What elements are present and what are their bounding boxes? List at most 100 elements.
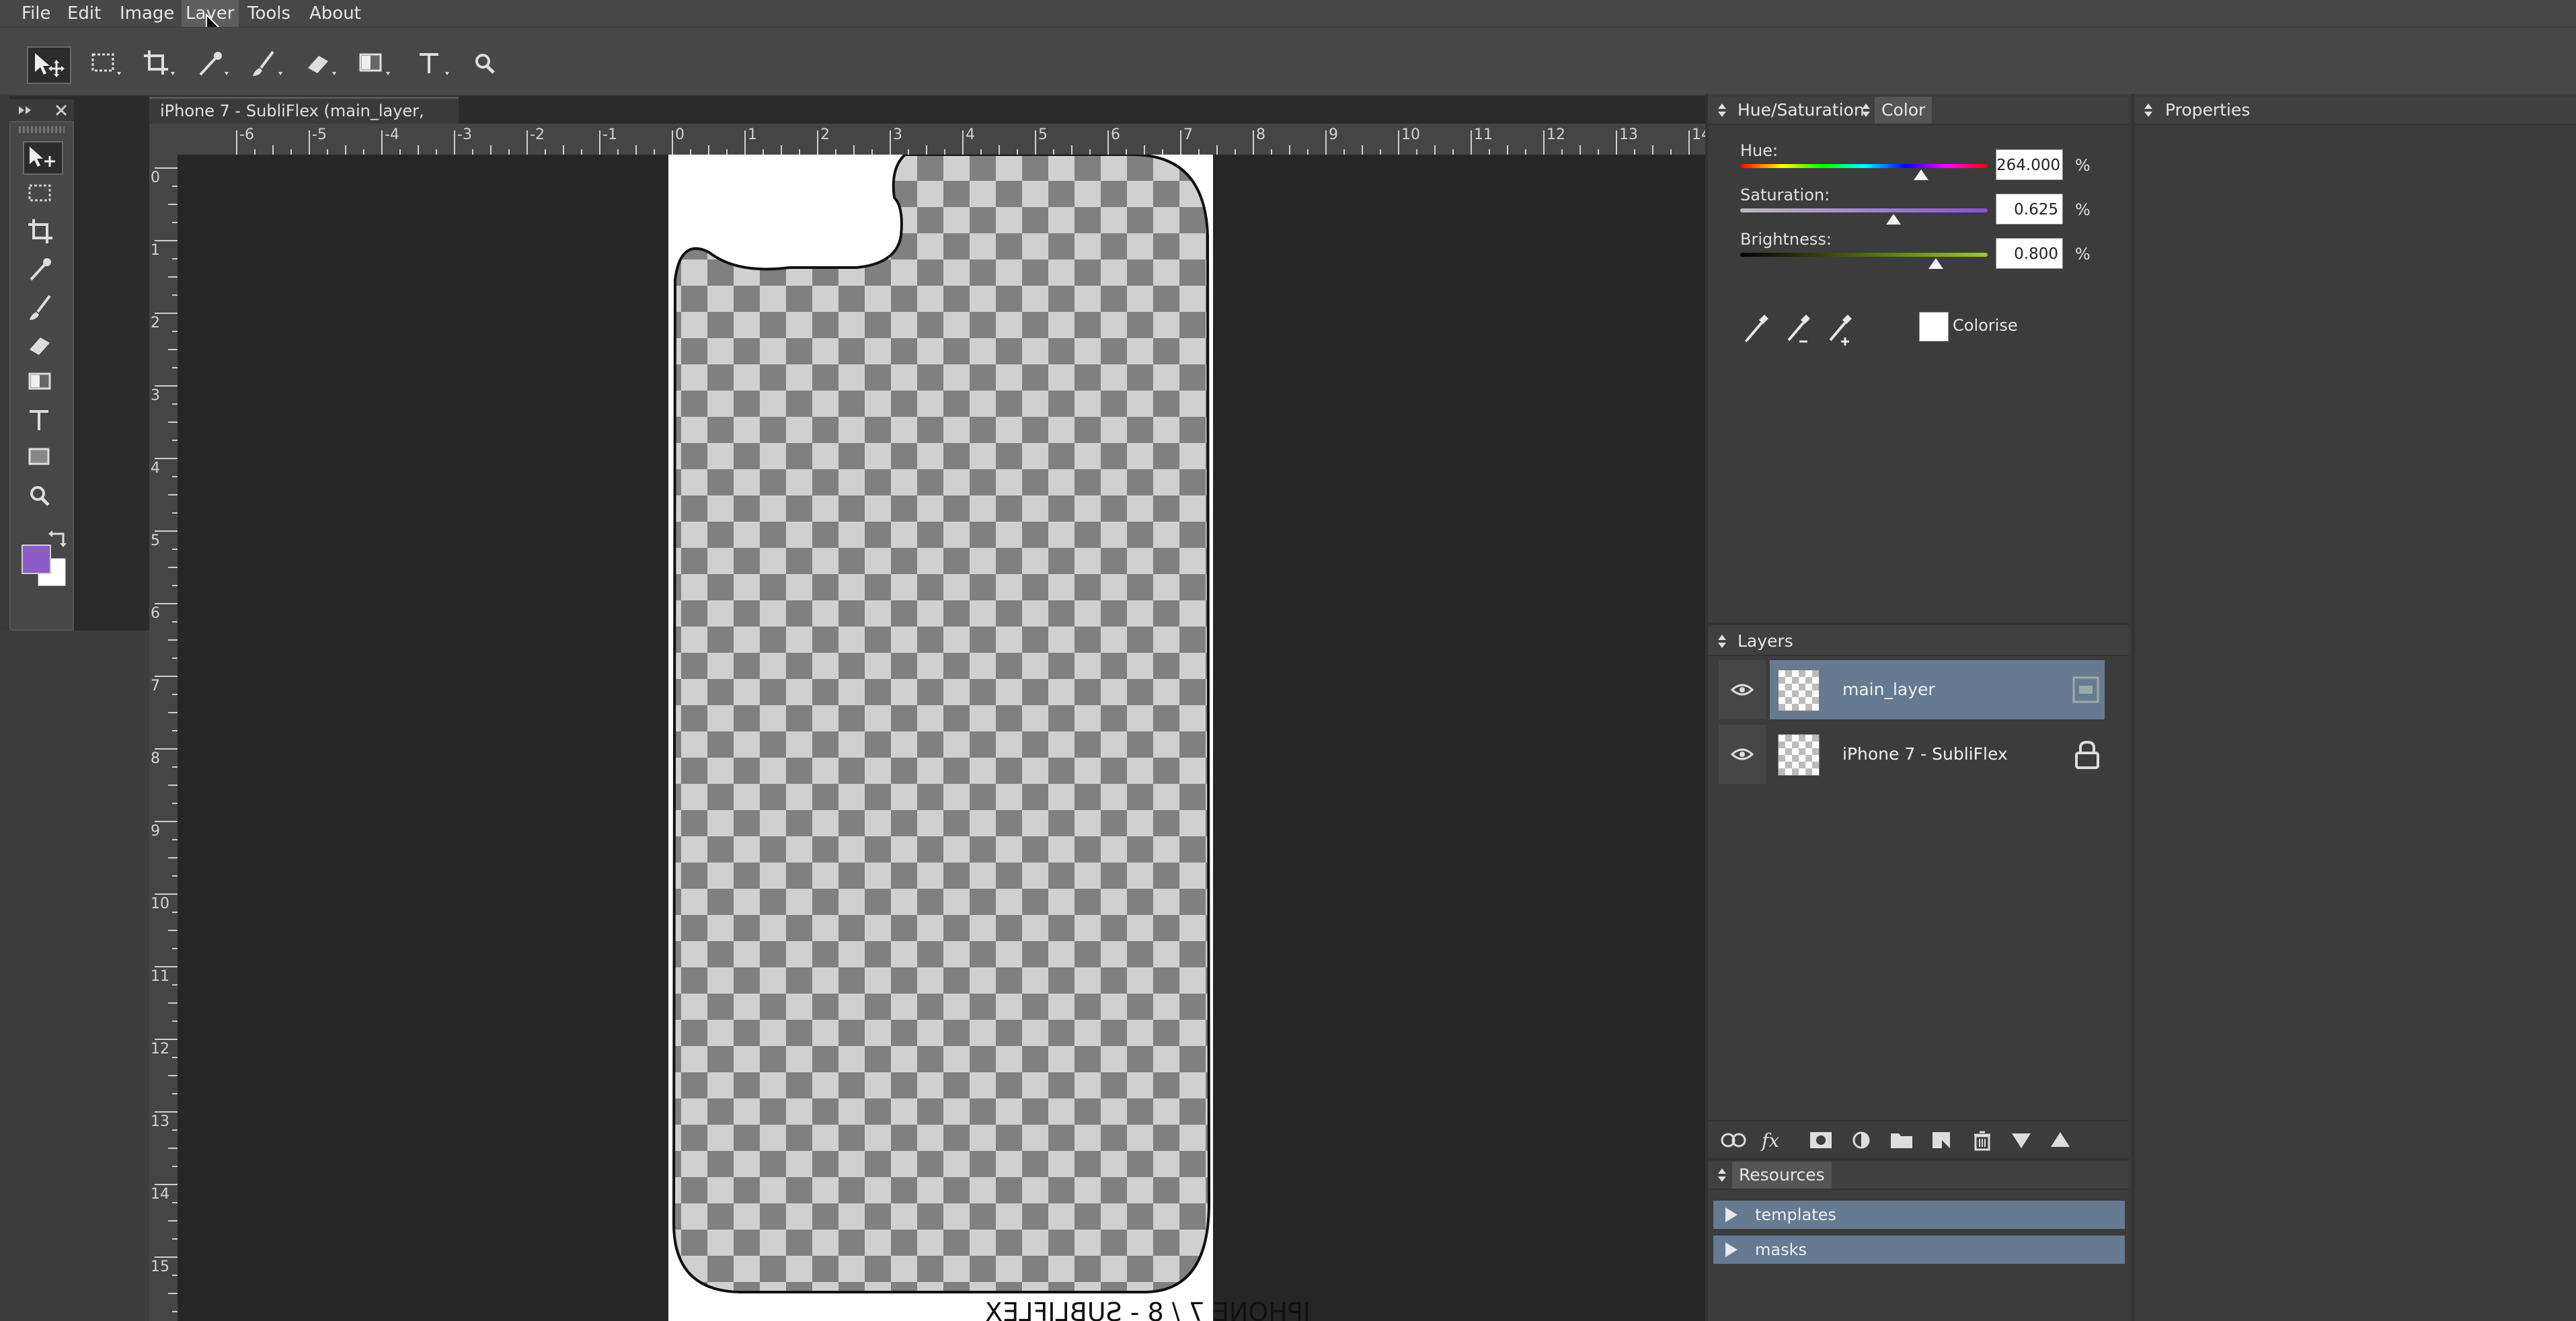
ruler-label: 5 xyxy=(1038,126,1048,143)
colorise-checkbox[interactable] xyxy=(1919,312,1949,342)
text-tool-icon xyxy=(30,410,48,430)
folder-icon[interactable] xyxy=(1887,1127,1916,1154)
dock-background xyxy=(0,631,149,1321)
panel-menu-arrows-icon[interactable] xyxy=(1717,1167,1727,1183)
ruler-label: 12 xyxy=(1547,126,1565,143)
tool-gradient[interactable] xyxy=(23,367,63,401)
move-tool-button[interactable] xyxy=(27,46,71,84)
ruler-label: 4 xyxy=(966,126,975,143)
adjustment-layer-icon[interactable] xyxy=(1846,1127,1876,1154)
layer-item[interactable]: main_layer xyxy=(1770,660,2105,719)
panel-menu-arrows-icon[interactable] xyxy=(1717,102,1727,118)
canvas-area[interactable]: IPHONE 7 / 8 - SUBLIFLEX xyxy=(178,155,1705,1321)
properties-tab[interactable]: Properties xyxy=(2165,97,2250,124)
tool-text[interactable] xyxy=(23,405,63,438)
panel-menu-arrows-icon[interactable] xyxy=(1717,633,1727,649)
saturation-slider-track[interactable] xyxy=(1740,208,1988,212)
link-layers-icon[interactable] xyxy=(1719,1127,1748,1154)
menu-about[interactable]: About xyxy=(305,0,365,27)
eraser-tool-button[interactable] xyxy=(299,46,343,84)
layer-mask-icon[interactable] xyxy=(2072,676,2099,703)
crop-tool-button[interactable] xyxy=(137,46,182,84)
tool-brush[interactable] xyxy=(23,292,63,325)
trash-icon[interactable] xyxy=(1967,1127,1997,1154)
color-tab[interactable]: Color xyxy=(1875,97,1933,124)
ruler-label: -3 xyxy=(457,126,472,143)
tool-shape[interactable] xyxy=(23,442,63,476)
brush-tool-button[interactable] xyxy=(245,46,289,84)
hue-label: Hue: xyxy=(1740,141,1779,160)
layer-visibility-toggle[interactable] xyxy=(1719,725,1766,784)
eyedropper-icon xyxy=(30,258,51,281)
hue-slider-thumb[interactable] xyxy=(1913,169,1928,180)
zoom-icon xyxy=(30,486,50,506)
tool-move[interactable] xyxy=(23,141,63,175)
layer-row-template[interactable]: iPhone 7 - SubliFlex xyxy=(1719,725,2105,784)
resources-tab[interactable]: Resources xyxy=(1732,1162,1832,1189)
ruler-label: 15 xyxy=(151,1258,169,1275)
brightness-input[interactable]: 0.800 xyxy=(1996,238,2063,269)
ruler-label: 2 xyxy=(820,126,830,143)
ruler-label: 11 xyxy=(1474,126,1493,143)
zoom-tool-button[interactable] xyxy=(465,46,510,84)
ruler-label: 4 xyxy=(151,460,160,477)
menu-tools[interactable]: Tools xyxy=(243,0,295,27)
resource-folder-templates[interactable]: templates xyxy=(1713,1201,2125,1229)
hue-slider-track[interactable] xyxy=(1740,164,1988,168)
new-layer-icon[interactable] xyxy=(1927,1127,1957,1154)
menu-image[interactable]: Image xyxy=(116,0,178,27)
marquee-icon xyxy=(91,53,121,75)
eyedropper-plus-icon[interactable] xyxy=(1825,311,1856,346)
move-layer-up-icon[interactable] xyxy=(2045,1127,2075,1154)
brightness-slider-thumb[interactable] xyxy=(1928,258,1943,269)
resource-label: templates xyxy=(1755,1205,1836,1224)
lock-icon[interactable] xyxy=(2074,739,2101,769)
tool-eyedropper[interactable] xyxy=(23,254,63,288)
close-icon[interactable] xyxy=(54,104,69,117)
text-tool-button[interactable] xyxy=(412,46,456,84)
ruler-label: 5 xyxy=(151,532,160,549)
saturation-input[interactable]: 0.625 xyxy=(1996,194,2063,225)
resource-folder-masks[interactable]: masks xyxy=(1713,1236,2125,1264)
foreground-color-swatch[interactable] xyxy=(22,545,51,574)
document-canvas[interactable]: IPHONE 7 / 8 - SUBLIFLEX xyxy=(178,155,1705,1321)
hue-saturation-tab[interactable]: Hue/Saturation xyxy=(1738,97,1865,124)
ruler-label: 9 xyxy=(1329,126,1338,143)
brightness-slider-track[interactable] xyxy=(1740,253,1988,257)
saturation-percent: % xyxy=(2075,200,2091,219)
tool-eraser[interactable] xyxy=(23,329,63,363)
panel-menu-arrows-icon[interactable] xyxy=(2144,102,2153,118)
layer-name: main_layer xyxy=(1842,680,1935,699)
eyedropper-icon[interactable] xyxy=(1742,311,1772,346)
panel-divider xyxy=(1708,623,2129,625)
move-layer-down-icon[interactable] xyxy=(2006,1127,2036,1154)
layer-name: iPhone 7 - SubliFlex xyxy=(1842,744,2008,764)
tool-zoom[interactable] xyxy=(23,480,63,514)
eyedropper-tool-button[interactable] xyxy=(191,46,235,84)
panel-grip[interactable] xyxy=(19,126,65,133)
layer-item[interactable]: iPhone 7 - SubliFlex xyxy=(1770,725,2105,784)
tool-options-bar xyxy=(0,27,2576,96)
menu-file[interactable]: File xyxy=(17,0,55,27)
ruler-label: 0 xyxy=(151,169,160,186)
gradient-tool-button[interactable] xyxy=(352,46,397,84)
add-mask-icon[interactable] xyxy=(1806,1127,1836,1154)
tool-crop[interactable] xyxy=(23,216,63,250)
hue-input[interactable]: 264.000 xyxy=(1996,149,2063,180)
menu-edit[interactable]: Edit xyxy=(63,0,105,27)
layer-visibility-toggle[interactable] xyxy=(1719,660,1766,719)
panel-menu-arrows-icon[interactable] xyxy=(1861,102,1871,118)
layer-row-main[interactable]: main_layer xyxy=(1719,660,2105,719)
tool-marquee[interactable] xyxy=(23,179,63,212)
brightness-label: Brightness: xyxy=(1740,230,1832,249)
marquee-tool-button[interactable] xyxy=(83,46,128,84)
expand-panel-icon[interactable] xyxy=(17,104,35,117)
eraser-icon xyxy=(308,56,336,75)
layer-thumbnail xyxy=(1778,670,1820,711)
eyedropper-minus-icon[interactable] xyxy=(1783,311,1814,346)
layers-tab[interactable]: Layers xyxy=(1738,628,1793,655)
saturation-slider-thumb[interactable] xyxy=(1886,214,1902,225)
crop-icon xyxy=(28,219,52,243)
layer-effects-icon[interactable]: fx xyxy=(1758,1127,1787,1154)
document-tab[interactable]: iPhone 7 - SubliFlex (main_layer, RGB/8) xyxy=(149,97,459,145)
